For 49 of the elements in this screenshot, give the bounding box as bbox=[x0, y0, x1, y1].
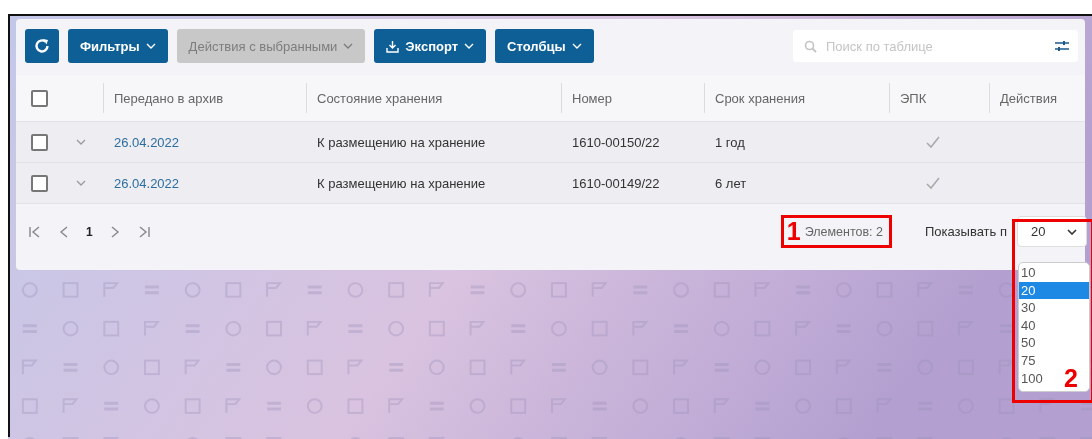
date-link[interactable]: 26.04.2022 bbox=[114, 175, 180, 191]
column-header: ЭПК bbox=[900, 90, 927, 106]
table-cell: 1610-00150/22 bbox=[572, 134, 660, 150]
download-icon bbox=[386, 39, 400, 53]
date-link[interactable]: 26.04.2022 bbox=[114, 134, 180, 150]
page-size-select[interactable]: 20 bbox=[1017, 216, 1087, 247]
refresh-icon bbox=[33, 37, 51, 55]
next-page-icon[interactable] bbox=[109, 224, 120, 239]
dropdown-option[interactable]: 100 bbox=[1019, 369, 1045, 388]
chevron-down-icon bbox=[343, 43, 354, 49]
search-icon bbox=[804, 40, 817, 53]
dropdown-option[interactable]: 50 bbox=[1019, 334, 1038, 352]
expand-chevron-icon[interactable] bbox=[76, 180, 86, 186]
table-cell: К размещению на хранение bbox=[317, 134, 486, 150]
annotation-number: 1 bbox=[786, 219, 801, 244]
chevron-down-icon bbox=[1067, 228, 1077, 235]
annotation-number: 2 bbox=[1064, 366, 1078, 391]
table-cell: 1610-00149/22 bbox=[572, 175, 660, 191]
column-header: Передано в архив bbox=[114, 90, 224, 106]
dropdown-option[interactable]: 10 bbox=[1019, 264, 1038, 282]
expand-chevron-icon[interactable] bbox=[76, 139, 86, 145]
column-header: Срок хранения bbox=[715, 90, 805, 106]
chevron-down-icon bbox=[464, 43, 475, 49]
dropdown-option[interactable]: 75 bbox=[1019, 351, 1038, 370]
export-button[interactable]: Экспорт bbox=[374, 29, 487, 63]
dropdown-option[interactable]: 30 bbox=[1019, 299, 1038, 317]
search-field[interactable]: Поиск по таблице bbox=[793, 30, 1078, 62]
page-size-label: Показывать п bbox=[924, 224, 1007, 239]
first-page-icon[interactable] bbox=[28, 224, 42, 239]
column-header: Номер bbox=[572, 90, 612, 106]
dropdown-option[interactable]: 20 bbox=[1019, 281, 1089, 300]
refresh-button[interactable] bbox=[25, 29, 59, 63]
table-cell: К размещению на хранение bbox=[317, 175, 486, 191]
page-number[interactable]: 1 bbox=[86, 224, 93, 239]
checkbox[interactable] bbox=[31, 174, 48, 192]
dropdown-button[interactable]: Фильтры bbox=[68, 29, 168, 63]
filter-settings-icon[interactable] bbox=[1054, 39, 1070, 53]
previous-page-icon[interactable] bbox=[59, 224, 69, 239]
table-cell: 1 год bbox=[715, 134, 745, 150]
dropdown-button[interactable]: Столбцы bbox=[495, 29, 594, 63]
column-header: Состояние хранения bbox=[317, 90, 443, 106]
item-count: Элементов: 2 bbox=[804, 224, 883, 239]
dropdown-option[interactable]: 40 bbox=[1019, 316, 1038, 335]
checkbox[interactable] bbox=[31, 133, 48, 151]
column-header: Действия bbox=[1000, 90, 1057, 106]
checkbox[interactable] bbox=[31, 89, 48, 107]
table-cell: 6 лет bbox=[715, 175, 747, 191]
chevron-down-icon bbox=[145, 43, 156, 49]
chevron-down-icon bbox=[571, 43, 582, 49]
